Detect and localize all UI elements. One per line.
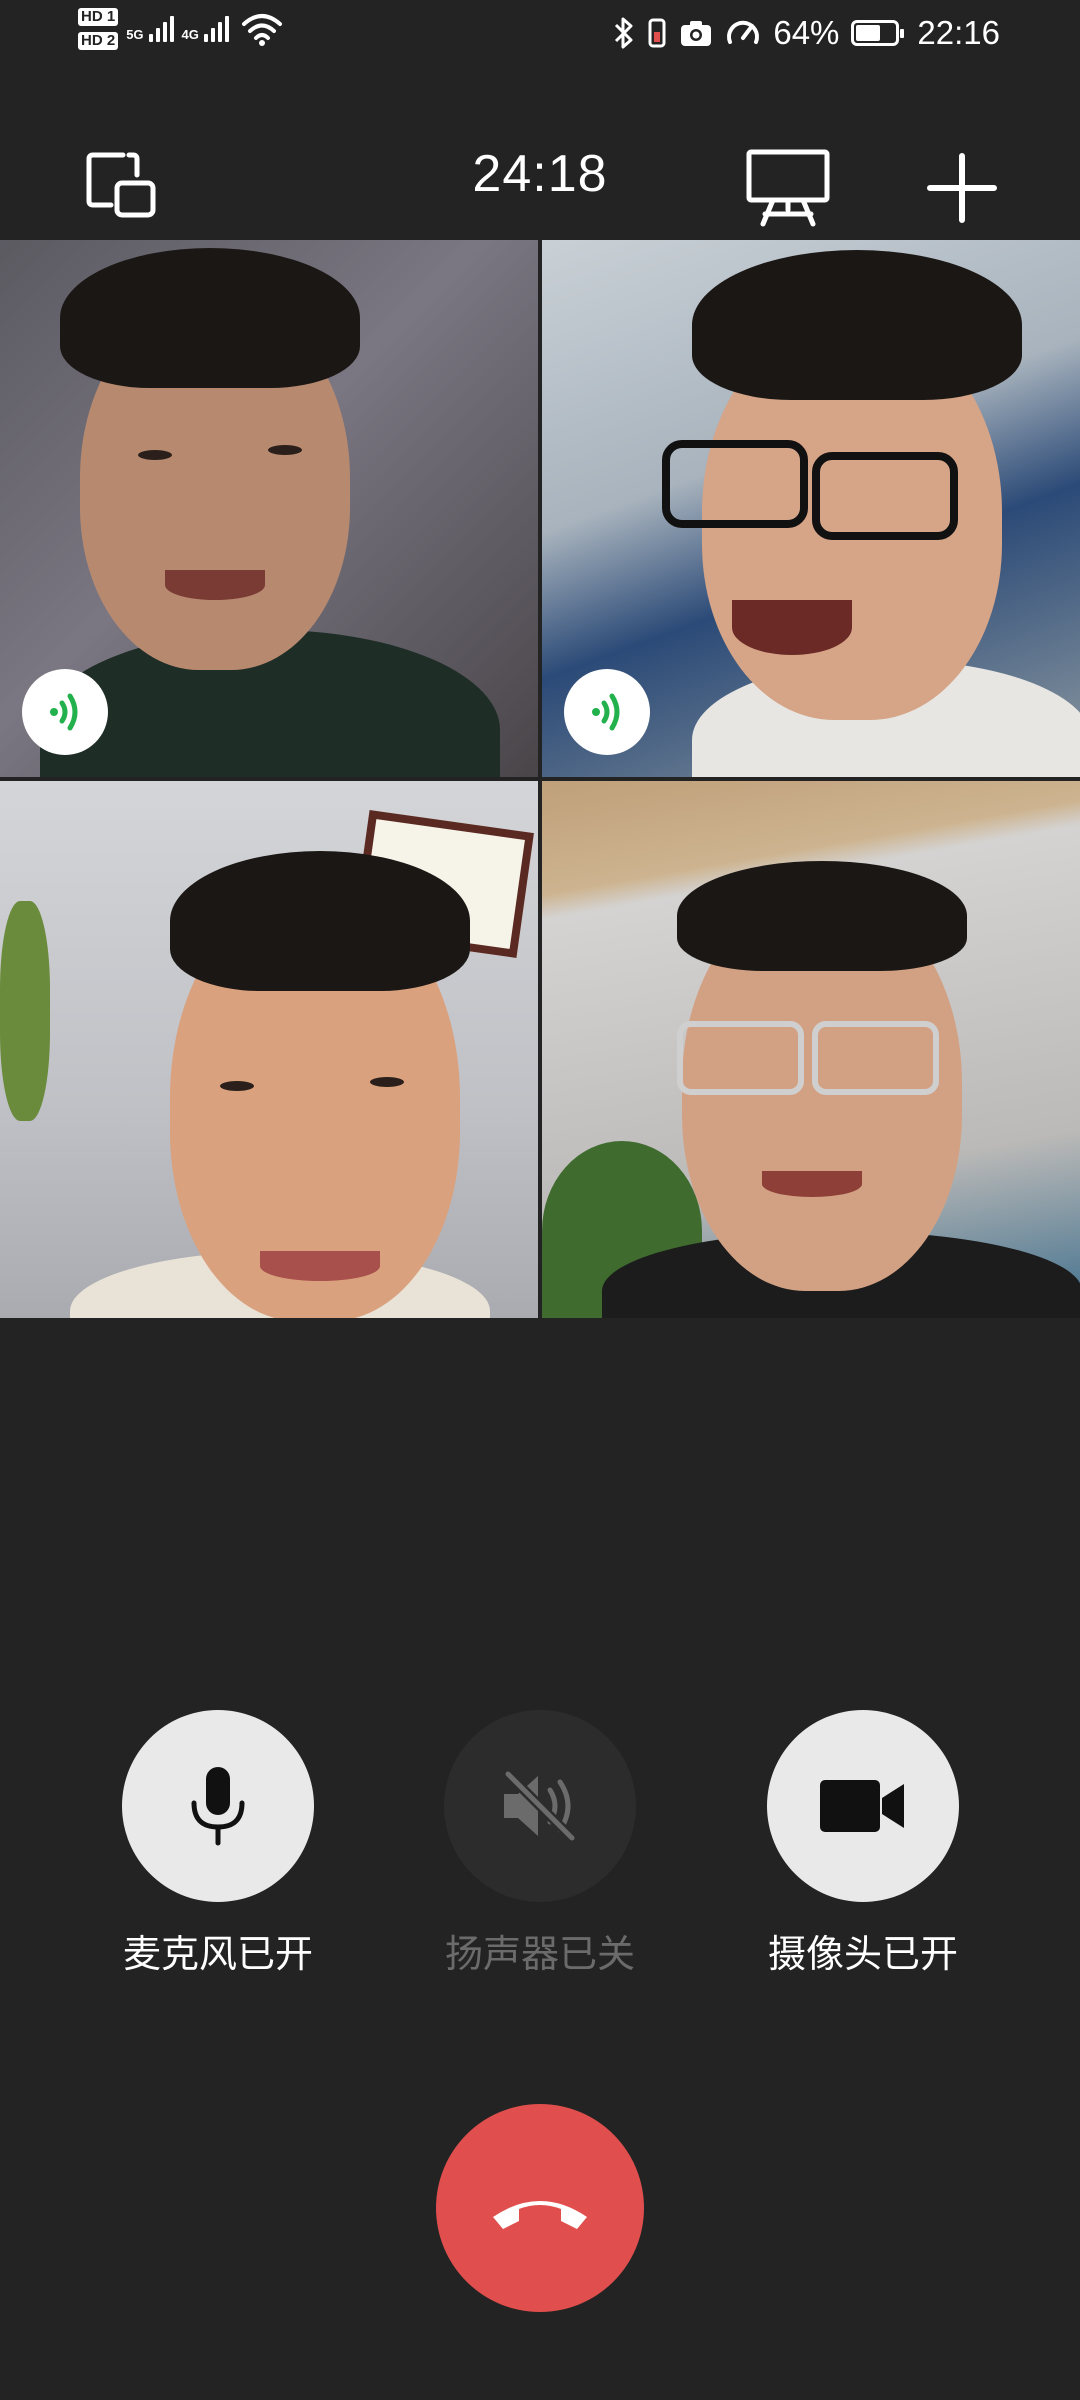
- participant-video-2[interactable]: [542, 240, 1080, 777]
- battery-icon: [851, 20, 905, 46]
- sim1-network-type: 5G: [126, 27, 144, 42]
- screen-share-icon: [746, 149, 830, 227]
- video-grid: [0, 240, 1080, 1318]
- status-bar: HD 1 HD 2 5G 4G 64% 22:16: [0, 0, 1080, 90]
- cellular-status: HD 1 HD 2 5G 4G: [78, 8, 283, 50]
- vibrate-icon: [648, 18, 666, 48]
- microphone-toggle[interactable]: 麦克风已开: [88, 1710, 348, 1978]
- microphone-label: 麦克风已开: [122, 1934, 313, 1976]
- microphone-button[interactable]: [122, 1710, 314, 1902]
- sim2-network-type: 4G: [181, 27, 199, 42]
- video-camera-icon: [820, 1780, 904, 1832]
- speaking-icon: [592, 693, 620, 731]
- speaker-button[interactable]: [444, 1710, 636, 1902]
- participant-video-3[interactable]: [0, 781, 538, 1318]
- battery-level: [856, 25, 881, 41]
- speaking-icon: [50, 693, 78, 731]
- speaking-indicator-2: [564, 669, 650, 755]
- microphone-icon: [191, 1767, 245, 1846]
- call-controls: 麦克风已开 扬声器已关 摄像头已开: [0, 1710, 1080, 1990]
- hang-up-button[interactable]: [436, 2104, 644, 2312]
- camera-toggle[interactable]: 摄像头已开: [733, 1710, 993, 1978]
- hang-up-icon: [493, 2201, 587, 2229]
- voip-call-screen: HD 1 HD 2 5G 4G 64% 22:16 24:18 麦克风已开 扬声…: [0, 0, 1080, 2400]
- wifi-icon: [241, 14, 282, 46]
- add-participant-button[interactable]: [912, 138, 1012, 238]
- sim1-hd-badge: HD 1: [78, 8, 119, 26]
- participant-video-4[interactable]: [542, 781, 1080, 1318]
- camera-button[interactable]: [767, 1710, 959, 1902]
- system-status: 64% 22:16: [613, 14, 1000, 52]
- sim2-hd-badge: HD 2: [78, 32, 119, 50]
- speaking-indicator-1: [22, 669, 108, 755]
- camera-icon: [681, 21, 712, 46]
- clock: 22:16: [917, 14, 1000, 51]
- speaker-muted-icon: [503, 1769, 577, 1843]
- screen-share-button[interactable]: [738, 138, 838, 238]
- speed-icon: [727, 20, 760, 44]
- sim1-signal-icon: 5G: [126, 16, 174, 42]
- call-header: 24:18: [0, 120, 1080, 240]
- add-participant-icon: [927, 153, 997, 223]
- participant-video-1[interactable]: [0, 240, 538, 777]
- sim2-signal-icon: 4G: [182, 16, 229, 42]
- camera-label: 摄像头已开: [767, 1934, 958, 1976]
- speaker-label: 扬声器已关: [444, 1934, 635, 1976]
- bluetooth-icon: [615, 17, 633, 49]
- speaker-toggle[interactable]: 扬声器已关: [410, 1710, 670, 1978]
- battery-percent: 64%: [773, 14, 840, 51]
